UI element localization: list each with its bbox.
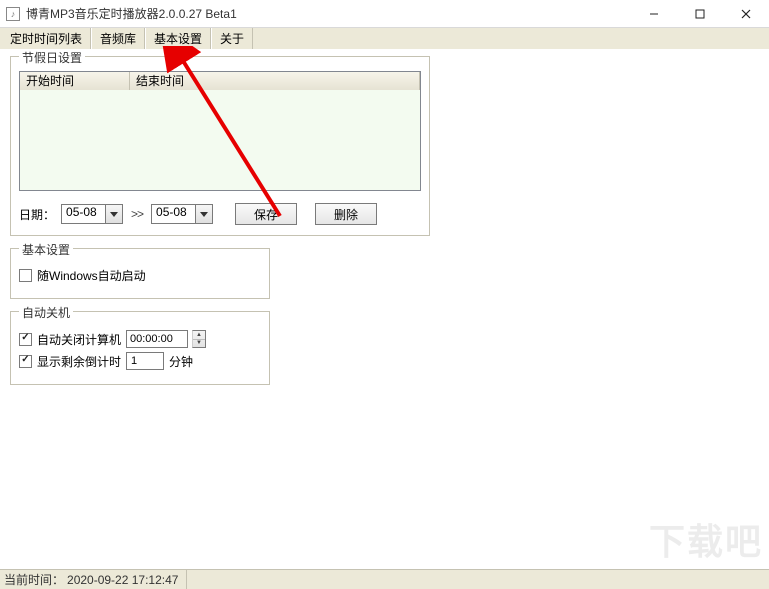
basic-legend: 基本设置 bbox=[19, 241, 73, 258]
window-controls bbox=[631, 0, 769, 28]
autoshut-time-spinner[interactable]: ▲ ▼ bbox=[192, 330, 206, 348]
holiday-group: 节假日设置 开始时间 结束时间 日期： 05-08 >> 05-08 保存 删除 bbox=[10, 56, 430, 236]
titlebar: ♪ 博青MP3音乐定时播放器2.0.0.27 Beta1 bbox=[0, 0, 769, 28]
maximize-button[interactable] bbox=[677, 0, 723, 28]
chevron-down-icon[interactable] bbox=[195, 204, 213, 224]
watermark: 下载吧 bbox=[649, 513, 763, 565]
autostart-checkbox[interactable] bbox=[19, 269, 32, 282]
autostart-label[interactable]: 随Windows自动启动 bbox=[37, 267, 146, 284]
date-to-combo[interactable]: 05-08 bbox=[151, 204, 213, 224]
autoshut-checkbox[interactable] bbox=[19, 333, 32, 346]
window-title: 博青MP3音乐定时播放器2.0.0.27 Beta1 bbox=[26, 5, 237, 22]
basic-settings-group: 基本设置 随Windows自动启动 bbox=[10, 248, 270, 299]
statusbar: 当前时间： 2020-09-22 17:12:47 bbox=[0, 569, 769, 589]
countdown-value-field[interactable]: 1 bbox=[126, 352, 164, 370]
autoshut-label[interactable]: 自动关闭计算机 bbox=[37, 331, 121, 348]
status-time-label: 当前时间： bbox=[4, 571, 64, 588]
menubar: 定时时间列表 音频库 基本设置 关于 bbox=[0, 28, 769, 50]
shutdown-legend: 自动关机 bbox=[19, 304, 73, 321]
autostart-row: 随Windows自动启动 bbox=[19, 267, 261, 284]
menu-audio-library[interactable]: 音频库 bbox=[91, 28, 145, 49]
date-to-value[interactable]: 05-08 bbox=[151, 204, 195, 224]
date-from-value[interactable]: 05-08 bbox=[61, 204, 105, 224]
col-end-time[interactable]: 结束时间 bbox=[130, 72, 420, 90]
countdown-unit: 分钟 bbox=[169, 353, 193, 370]
delete-button[interactable]: 删除 bbox=[315, 203, 377, 225]
save-button[interactable]: 保存 bbox=[235, 203, 297, 225]
app-icon: ♪ bbox=[6, 7, 20, 21]
holiday-legend: 节假日设置 bbox=[19, 49, 85, 66]
spinner-up-icon[interactable]: ▲ bbox=[196, 332, 202, 338]
autoshut-row: 自动关闭计算机 00:00:00 ▲ ▼ bbox=[19, 330, 261, 348]
autoshut-time-field[interactable]: 00:00:00 bbox=[126, 330, 188, 348]
minimize-button[interactable] bbox=[631, 0, 677, 28]
countdown-checkbox[interactable] bbox=[19, 355, 32, 368]
holiday-listview[interactable]: 开始时间 结束时间 bbox=[19, 71, 421, 191]
status-time-value: 2020-09-22 17:12:47 bbox=[67, 573, 178, 587]
to-arrow: >> bbox=[129, 207, 145, 221]
menu-about[interactable]: 关于 bbox=[211, 28, 253, 49]
chevron-down-icon[interactable] bbox=[105, 204, 123, 224]
listview-body[interactable] bbox=[20, 90, 420, 190]
spinner-down-icon[interactable]: ▼ bbox=[196, 340, 202, 346]
date-from-combo[interactable]: 05-08 bbox=[61, 204, 123, 224]
menu-basic-settings[interactable]: 基本设置 bbox=[145, 28, 211, 49]
date-label: 日期： bbox=[19, 206, 55, 223]
date-row: 日期： 05-08 >> 05-08 保存 删除 bbox=[19, 203, 421, 225]
countdown-label[interactable]: 显示剩余倒计时 bbox=[37, 353, 121, 370]
client-area: 节假日设置 开始时间 结束时间 日期： 05-08 >> 05-08 保存 删除 bbox=[0, 50, 769, 403]
countdown-row: 显示剩余倒计时 1 分钟 bbox=[19, 352, 261, 370]
col-start-time[interactable]: 开始时间 bbox=[20, 72, 130, 90]
auto-shutdown-group: 自动关机 自动关闭计算机 00:00:00 ▲ ▼ 显示剩余倒计时 1 分钟 bbox=[10, 311, 270, 385]
listview-header: 开始时间 结束时间 bbox=[20, 72, 420, 90]
menu-schedule-list[interactable]: 定时时间列表 bbox=[2, 28, 91, 49]
close-button[interactable] bbox=[723, 0, 769, 28]
